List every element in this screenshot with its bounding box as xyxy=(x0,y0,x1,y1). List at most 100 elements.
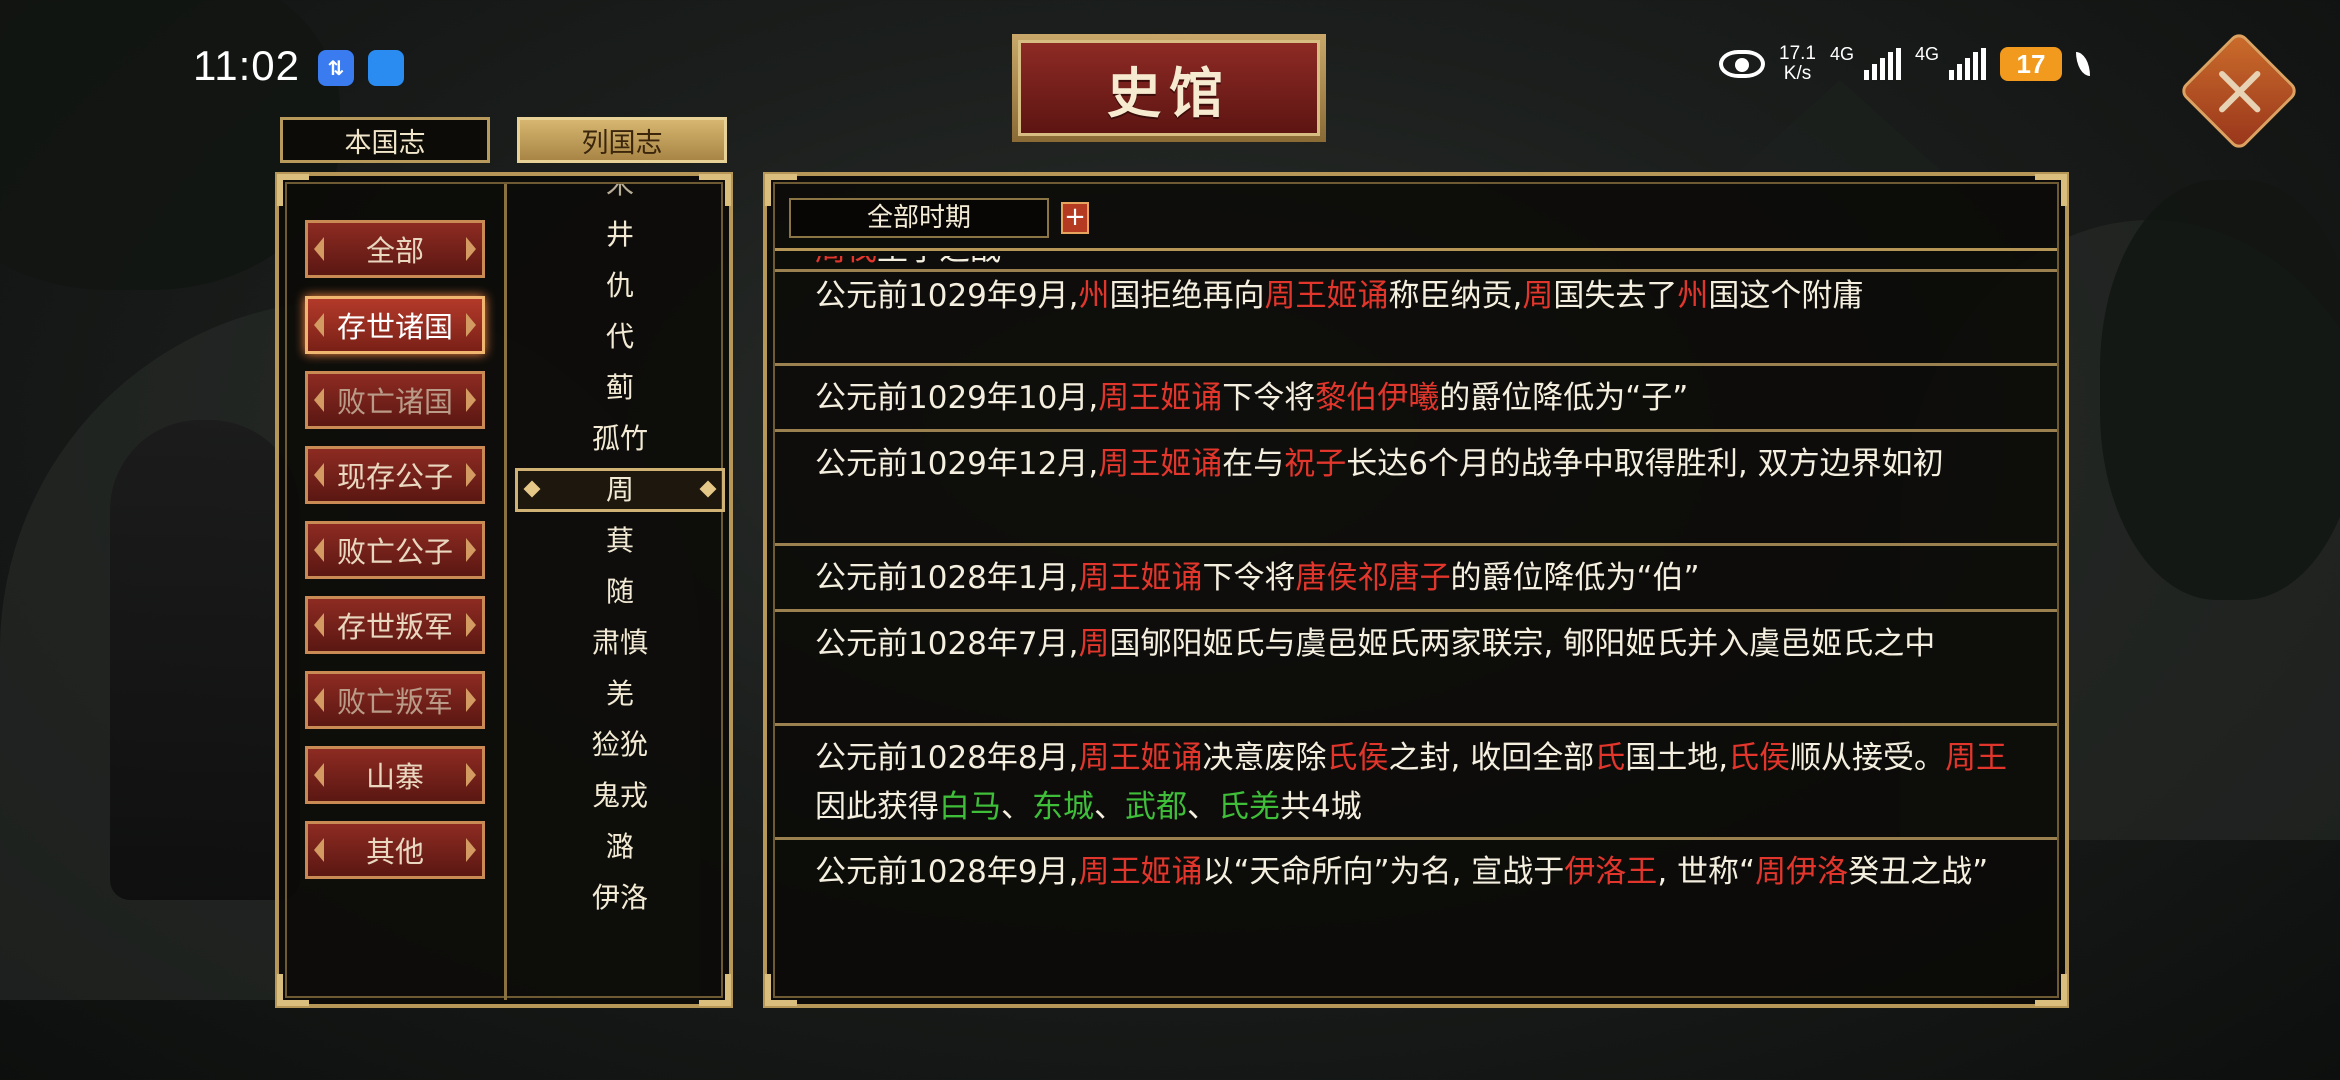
filter-panel: 全部 存世诸国 败亡诸国 现存公子 败亡公子 存世叛军 败亡叛军 山寨 其他 宋… xyxy=(275,172,733,1008)
event-text: 因此获得 xyxy=(815,789,939,825)
selected-state-label: 周 xyxy=(605,473,634,506)
eye-comfort-icon xyxy=(1719,50,1766,78)
event-name-highlight: 周伐 xyxy=(815,256,877,268)
event-entry: 周伐王子之战 xyxy=(775,256,2057,272)
category-fallen-states-button[interactable]: 败亡诸国 xyxy=(305,371,485,429)
category-fallen-rebels-button[interactable]: 败亡叛军 xyxy=(305,671,485,729)
state-item[interactable]: 宋 xyxy=(511,184,729,206)
tab-all-countries[interactable]: 列国志 xyxy=(517,117,727,163)
event-entry: 公元前1028年8月,周王姬诵决意废除氏侯之封, 收回全部氏国土地,氏侯顺从接受… xyxy=(775,728,2057,840)
state-item-selected[interactable]: 周 xyxy=(515,468,725,512)
power-saving-leaf-icon xyxy=(2076,52,2090,76)
background-figure xyxy=(110,420,300,900)
event-name-highlight: 氏 xyxy=(1594,740,1626,776)
state-item[interactable]: 肃慎 xyxy=(511,621,729,665)
state-item[interactable]: 代 xyxy=(511,315,729,359)
category-label: 存世诸国 xyxy=(336,310,453,344)
category-other-button[interactable]: 其他 xyxy=(305,821,485,879)
event-text: 国郇阳姬氏与虞邑姬氏两家联宗, 郇阳姬氏并入虞邑姬氏之中 xyxy=(1109,626,1936,662)
state-item[interactable]: 随 xyxy=(511,570,729,614)
state-item[interactable]: 孤竹 xyxy=(511,417,729,461)
category-existing-states-button[interactable]: 存世诸国 xyxy=(305,296,485,354)
event-text: 、 xyxy=(1187,789,1218,825)
event-entry: 公元前1029年9月,州国拒绝再向周王姬诵称臣纳贡,周国失去了州国这个附庸 xyxy=(775,272,2057,366)
diamond-icon xyxy=(699,480,717,498)
event-entry: 公元前1028年1月,周王姬诵下令将唐侯祁唐子的爵位降低为“伯” xyxy=(775,548,2057,612)
category-label: 其他 xyxy=(365,835,424,869)
event-text: 公元前1029年9月, xyxy=(815,278,1079,314)
category-fallen-princes-button[interactable]: 败亡公子 xyxy=(305,521,485,579)
category-existing-rebels-button[interactable]: 存世叛军 xyxy=(305,596,485,654)
category-label: 现存公子 xyxy=(336,460,453,494)
event-text: 国土地, xyxy=(1625,740,1729,776)
category-label: 存世叛军 xyxy=(336,610,453,644)
sim2-label: 4G xyxy=(1915,44,1940,64)
status-time: 11:02 xyxy=(193,42,300,89)
event-name-highlight: 周王姬诵 xyxy=(1078,560,1203,596)
event-text: 、 xyxy=(1001,789,1032,825)
network-speed: 17.1 K/s xyxy=(1779,44,1816,84)
signal-sim2-icon: 4G xyxy=(1915,44,1986,80)
event-text: 在与 xyxy=(1222,446,1285,482)
event-name-highlight: 周 xyxy=(1078,626,1110,662)
event-text: , 世称“ xyxy=(1657,854,1756,890)
status-indicators: 17.1 K/s 4G 4G 17 xyxy=(1719,44,2090,84)
event-name-highlight: 州 xyxy=(1078,278,1110,314)
event-name-highlight: 周伊洛 xyxy=(1755,854,1849,890)
event-text: 决意废除 xyxy=(1202,740,1327,776)
event-place-highlight: 氏羌 xyxy=(1218,789,1280,825)
battery-icon: 17 xyxy=(2000,47,2062,81)
state-item[interactable]: 仇 xyxy=(511,264,729,308)
plus-button[interactable]: + xyxy=(1061,202,1089,234)
category-living-princes-button[interactable]: 现存公子 xyxy=(305,446,485,504)
data-transfer-icon: ⇅ xyxy=(318,50,354,86)
state-item[interactable]: 鬼戎 xyxy=(511,774,729,818)
event-name-highlight: 周王姬诵 xyxy=(1098,446,1223,482)
sim1-label: 4G xyxy=(1830,44,1855,64)
event-text: 下令将 xyxy=(1222,380,1316,416)
category-label: 全部 xyxy=(365,234,424,268)
state-item[interactable]: 猃狁 xyxy=(511,723,729,767)
event-text: 国失去了 xyxy=(1553,278,1678,314)
event-list[interactable]: 周伐王子之战 公元前1029年9月,州国拒绝再向周王姬诵称臣纳贡,周国失去了州国… xyxy=(775,256,2057,996)
category-label: 败亡公子 xyxy=(336,535,453,569)
state-item[interactable]: 萁 xyxy=(511,519,729,563)
event-text: 顺从接受。 xyxy=(1790,740,1946,776)
event-name-highlight: 伊洛王 xyxy=(1564,854,1658,890)
event-text: 、 xyxy=(1094,789,1125,825)
net-speed-value: 17.1 xyxy=(1779,43,1816,64)
state-item[interactable]: 蓟 xyxy=(511,366,729,410)
title-plaque: 史馆 xyxy=(1012,34,1326,142)
history-panel: 全部时期 + 周伐王子之战 公元前1029年9月,州国拒绝再向周王姬诵称臣纳贡,… xyxy=(763,172,2069,1008)
event-text: 癸丑之战” xyxy=(1848,854,1989,890)
close-button[interactable] xyxy=(2178,30,2300,152)
event-text: 公元前1029年12月, xyxy=(815,446,1099,482)
category-strongholds-button[interactable]: 山寨 xyxy=(305,746,485,804)
event-name-highlight: 周王姬诵 xyxy=(1264,278,1389,314)
state-item[interactable]: 潞 xyxy=(511,825,729,869)
event-name-highlight: 氏侯 xyxy=(1326,740,1389,776)
event-text: 下令将 xyxy=(1202,560,1296,596)
event-text: 的爵位降低为“子” xyxy=(1439,380,1689,416)
event-text: 公元前1028年7月, xyxy=(815,626,1079,662)
net-speed-unit: K/s xyxy=(1783,63,1812,84)
background-pavilion xyxy=(1740,80,1940,170)
event-text: 公元前1028年9月, xyxy=(815,854,1079,890)
state-item[interactable]: 羌 xyxy=(511,672,729,716)
category-all-button[interactable]: 全部 xyxy=(305,220,485,278)
state-item[interactable]: 伊洛 xyxy=(511,876,729,920)
background-tree xyxy=(2100,180,2340,600)
category-label: 败亡叛军 xyxy=(336,685,453,719)
tab-home-country[interactable]: 本国志 xyxy=(280,117,490,163)
page-title: 史馆 xyxy=(1018,40,1320,136)
period-filter-select[interactable]: 全部时期 xyxy=(789,198,1049,238)
event-name-highlight: 氏侯 xyxy=(1728,740,1791,776)
state-item[interactable]: 井 xyxy=(511,213,729,257)
event-name-highlight: 周王 xyxy=(1945,740,2008,776)
signal-sim1-icon: 4G xyxy=(1830,44,1901,80)
state-list[interactable]: 宋 井 仇 代 蓟 孤竹 周 萁 随 肃慎 羌 猃狁 鬼戎 潞 伊洛 xyxy=(511,184,729,1004)
event-text: 国这个附庸 xyxy=(1708,278,1864,314)
event-text: 以“天命所向”为名, 宣战于 xyxy=(1202,854,1565,890)
event-text: 公元前1029年10月, xyxy=(815,380,1099,416)
event-place-highlight: 武都 xyxy=(1125,789,1187,825)
